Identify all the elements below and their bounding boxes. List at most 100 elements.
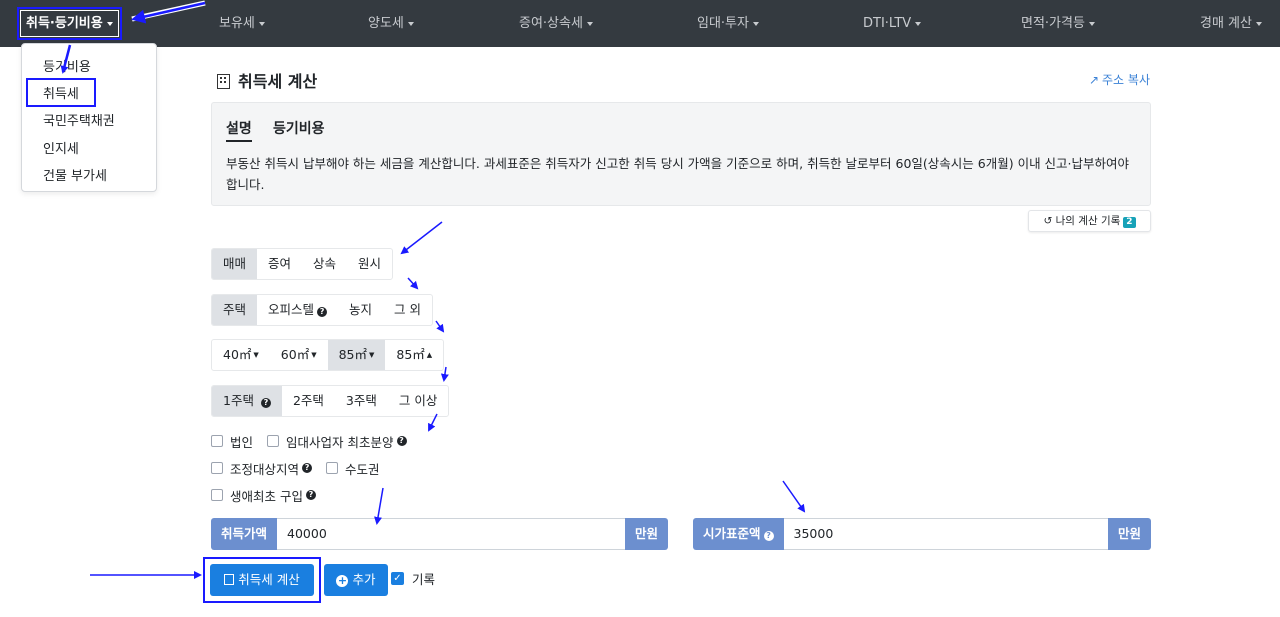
plus-circle-icon: + bbox=[336, 574, 349, 587]
dropdown-item-housing-bond[interactable]: 국민주택채권 bbox=[43, 110, 115, 129]
dropdown-item-acquisition-tax[interactable]: 취득세 bbox=[26, 78, 96, 107]
check-icon[interactable]: ✓ bbox=[391, 572, 404, 585]
standard-price-group: 시가표준액? 35000 만원 bbox=[693, 518, 1151, 550]
nav-label: 임대·투자 bbox=[697, 16, 749, 31]
option-area-60[interactable]: 60㎡ ▼ bbox=[270, 340, 328, 370]
add-button[interactable]: + 추가 bbox=[324, 564, 388, 596]
nav-dropdown-menu: 등기비용 취득세 국민주택채권 인지세 건물 부가세 bbox=[21, 43, 157, 192]
question-icon[interactable]: ? bbox=[302, 463, 313, 473]
area-label: 60㎡ bbox=[280, 347, 310, 362]
checkbox-adjusted-area[interactable]: 조정대상지역? bbox=[211, 459, 313, 478]
record-label: 기록 bbox=[412, 572, 436, 587]
calculate-label: 취득세 계산 bbox=[238, 572, 300, 587]
nav-label: 면적·가격등 bbox=[1021, 16, 1085, 31]
caret-down-icon: ▼ bbox=[311, 351, 317, 359]
top-navbar: 취득·등기비용 보유세 양도세 증여·상속세 임대·투자 DTI·LTV 면적·… bbox=[0, 0, 1280, 47]
nav-auction[interactable]: 경매 계산 bbox=[1200, 0, 1262, 47]
checkbox[interactable] bbox=[211, 489, 223, 501]
nav-dti-ltv[interactable]: DTI·LTV bbox=[863, 0, 922, 47]
checkbox-row-1: 법인 임대사업자 최초분양? bbox=[211, 432, 421, 450]
chevron-down-icon bbox=[752, 21, 759, 26]
standard-price-label-text: 시가표준액 bbox=[703, 526, 761, 541]
checkbox[interactable] bbox=[267, 435, 280, 447]
checkbox-rental-first-sale[interactable]: 임대사업자 최초분양? bbox=[267, 432, 407, 451]
option-three-houses[interactable]: 3주택 bbox=[335, 386, 388, 416]
tab-description[interactable]: 설명 bbox=[226, 118, 252, 142]
calculation-history-button[interactable]: ↺ 나의 계산 기록 2 bbox=[1028, 210, 1151, 232]
option-officetel[interactable]: 오피스텔? bbox=[257, 295, 338, 325]
option-officetel-label: 오피스텔 bbox=[268, 302, 315, 317]
option-area-40[interactable]: 40㎡ ▼ bbox=[212, 340, 270, 370]
chevron-down-icon bbox=[1255, 21, 1262, 26]
standard-price-label: 시가표준액? bbox=[693, 518, 784, 550]
area-group: 40㎡ ▼ 60㎡ ▼ 85㎡ ▼ 85㎡ ▲ bbox=[211, 339, 445, 371]
question-icon[interactable]: ? bbox=[763, 531, 774, 541]
calculate-button[interactable]: 취득세 계산 bbox=[210, 564, 314, 596]
copy-address-link[interactable]: ↗ 주소 복사 bbox=[1089, 71, 1150, 88]
option-two-houses[interactable]: 2주택 bbox=[282, 386, 335, 416]
dropdown-item-registration-cost[interactable]: 등기비용 bbox=[43, 56, 91, 75]
checkbox-label: 임대사업자 최초분양 bbox=[286, 434, 394, 450]
nav-label: 증여·상속세 bbox=[519, 16, 583, 31]
share-icon: ↗ bbox=[1088, 73, 1100, 87]
checkbox[interactable] bbox=[211, 462, 223, 474]
chevron-down-icon bbox=[407, 21, 414, 26]
question-icon[interactable]: ? bbox=[396, 436, 407, 446]
checkbox-label: 수도권 bbox=[345, 461, 380, 477]
checkbox-capital-area[interactable]: 수도권 bbox=[326, 459, 380, 478]
checkbox-corporation[interactable]: 법인 bbox=[211, 432, 253, 451]
page-title: 취득세 계산 bbox=[217, 68, 317, 92]
caret-down-icon: ▼ bbox=[369, 351, 375, 359]
info-description: 부동산 취득시 납부해야 하는 세금을 계산합니다. 과세표준은 취득자가 신고… bbox=[226, 156, 1130, 192]
option-inheritance[interactable]: 상속 bbox=[302, 249, 347, 279]
checkbox[interactable] bbox=[326, 462, 339, 474]
question-icon[interactable]: ? bbox=[305, 490, 316, 500]
option-farmland[interactable]: 농지 bbox=[338, 295, 383, 325]
area-label: 85㎡ bbox=[338, 347, 367, 362]
nav-gift-inheritance-tax[interactable]: 증여·상속세 bbox=[519, 0, 593, 47]
nav-label: 보유세 bbox=[219, 16, 255, 31]
dropdown-item-building-vat[interactable]: 건물 부가세 bbox=[43, 165, 107, 184]
option-sale[interactable]: 매매 bbox=[212, 249, 258, 279]
record-checkbox[interactable]: ✓ 기록 bbox=[391, 569, 435, 588]
checkbox-first-home[interactable]: 생애최초 구입? bbox=[211, 486, 316, 505]
option-area-85-above[interactable]: 85㎡ ▲ bbox=[385, 340, 443, 370]
tab-registration-cost[interactable]: 등기비용 bbox=[273, 118, 325, 138]
acquisition-price-input[interactable]: 40000 bbox=[277, 518, 625, 550]
option-more-houses[interactable]: 그 이상 bbox=[388, 386, 448, 416]
acquisition-price-group: 취득가액 40000 만원 bbox=[211, 518, 668, 550]
property-type-group: 주택 오피스텔? 농지 그 외 bbox=[211, 294, 434, 326]
nav-area-price[interactable]: 면적·가격등 bbox=[1021, 0, 1095, 47]
chevron-down-icon bbox=[915, 21, 922, 26]
nav-acquisition-registration[interactable]: 취득·등기비용 bbox=[17, 7, 122, 40]
option-house[interactable]: 주택 bbox=[212, 295, 258, 325]
history-count-badge: 2 bbox=[1123, 217, 1136, 228]
chevron-down-icon bbox=[106, 21, 113, 26]
caret-up-icon: ▲ bbox=[426, 351, 433, 359]
option-one-house[interactable]: 1주택 ? bbox=[212, 386, 282, 416]
nav-holding-tax[interactable]: 보유세 bbox=[219, 0, 265, 47]
nav-label: 취득·등기비용 bbox=[26, 16, 103, 31]
nav-rental-investment[interactable]: 임대·투자 bbox=[697, 0, 759, 47]
nav-label: 양도세 bbox=[368, 16, 404, 31]
question-icon[interactable]: ? bbox=[260, 398, 271, 408]
standard-price-input[interactable]: 35000 bbox=[783, 518, 1108, 550]
dropdown-item-stamp-tax[interactable]: 인지세 bbox=[43, 138, 79, 157]
annotation-arrow bbox=[782, 480, 806, 513]
checkbox-row-2: 조정대상지역? 수도권 bbox=[211, 459, 394, 477]
annotation-arrow bbox=[435, 320, 445, 333]
acquisition-price-unit: 만원 bbox=[624, 518, 668, 550]
question-icon[interactable]: ? bbox=[317, 307, 328, 317]
caret-down-icon: ▼ bbox=[253, 351, 259, 359]
option-area-85-below[interactable]: 85㎡ ▼ bbox=[327, 340, 386, 370]
nav-transfer-tax[interactable]: 양도세 bbox=[368, 0, 414, 47]
checkbox[interactable] bbox=[211, 435, 223, 447]
calculator-icon bbox=[224, 574, 235, 585]
option-gift[interactable]: 증여 bbox=[257, 249, 302, 279]
checkbox-label: 법인 bbox=[230, 434, 254, 450]
option-original[interactable]: 원시 bbox=[347, 249, 392, 279]
copy-address-label: 주소 복사 bbox=[1102, 73, 1150, 87]
option-other[interactable]: 그 외 bbox=[383, 295, 432, 325]
option-one-house-label: 1주택 bbox=[223, 393, 254, 408]
annotation-arrow bbox=[400, 221, 443, 255]
